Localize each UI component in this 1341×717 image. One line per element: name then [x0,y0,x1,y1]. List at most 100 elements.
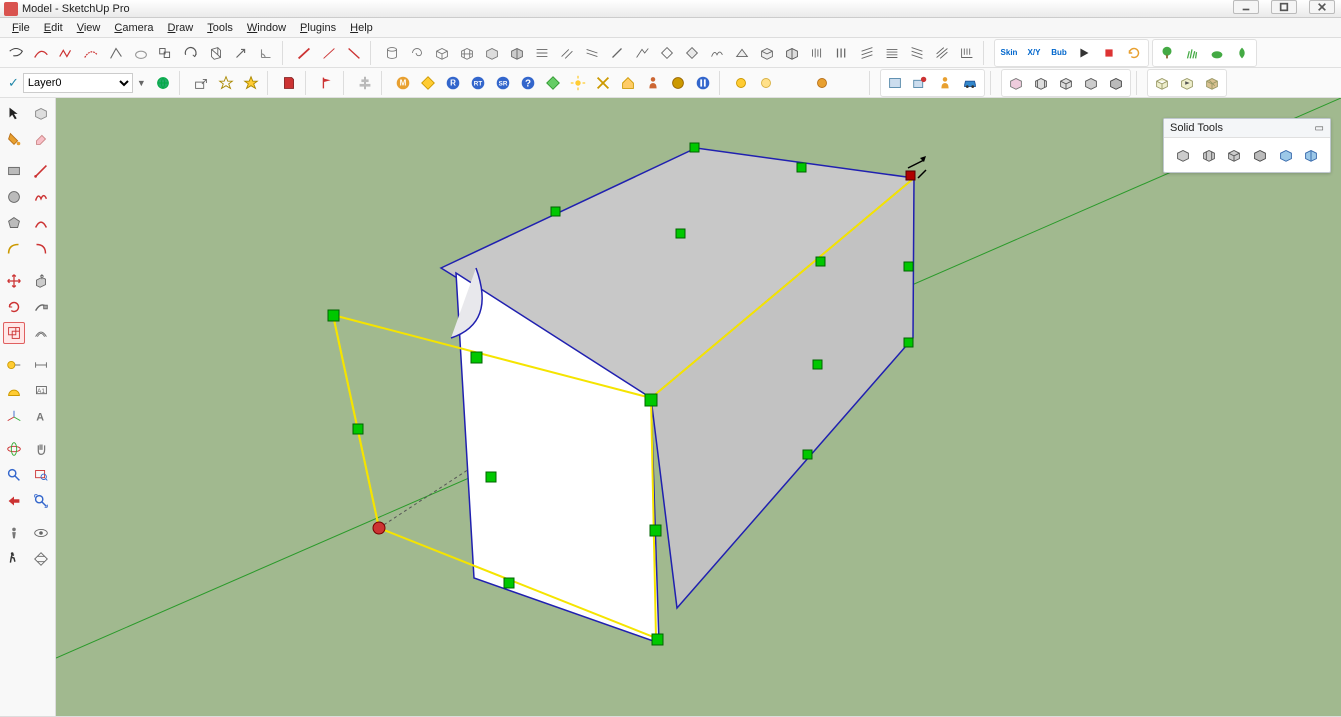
solid-outer-shell[interactable] [1172,144,1194,166]
tool-export[interactable] [189,71,213,95]
badge-diamond[interactable] [416,71,440,95]
tool-s2[interactable] [1029,71,1053,95]
tool-solid-b[interactable] [505,41,529,65]
tool-book[interactable] [277,71,301,95]
tool-stop[interactable] [1097,41,1121,65]
menu-camera[interactable]: Camera [108,20,159,36]
badge-r[interactable]: R [441,71,465,95]
tool-orb-gold[interactable] [810,71,834,95]
grip[interactable] [652,634,663,645]
tool-map[interactable] [883,71,907,95]
tool-look[interactable] [30,522,52,544]
tool-solid-a[interactable] [480,41,504,65]
grip[interactable] [816,257,825,266]
menu-edit[interactable]: Edit [38,20,69,36]
tool-stripes2[interactable] [830,41,854,65]
tool-rhombus[interactable] [655,41,679,65]
tool-dotline[interactable] [79,41,103,65]
tool-play[interactable] [1072,41,1096,65]
tool-grid-dense[interactable] [455,41,479,65]
grip[interactable] [328,310,339,321]
badge-skin[interactable]: Skin [997,41,1021,65]
tool-angle[interactable] [254,41,278,65]
tool-zigzag[interactable] [54,41,78,65]
menu-window[interactable]: Window [241,20,292,36]
tool-polygon[interactable] [3,212,25,234]
tool-align[interactable] [353,71,377,95]
tool-arc[interactable] [30,212,52,234]
menu-file[interactable]: File [6,20,36,36]
tool-section[interactable] [30,548,52,570]
tool-lasso[interactable] [4,41,28,65]
tool-s1[interactable] [1004,71,1028,95]
tool-slash[interactable] [605,41,629,65]
tool-globe[interactable] [151,71,175,95]
tool-flag[interactable] [315,71,339,95]
tool-tree[interactable] [1155,41,1179,65]
tool-sunburst[interactable] [566,71,590,95]
tool-orb-y[interactable] [729,71,753,95]
tool-wire[interactable] [104,41,128,65]
badge-sr[interactable]: SR [491,71,515,95]
tool-cross-y[interactable] [591,71,615,95]
tool-refresh[interactable] [1122,41,1146,65]
tool-dimension[interactable] [30,354,52,376]
origin-marker[interactable] [373,522,385,534]
tool-3dtext[interactable]: A [30,406,52,428]
tool-car[interactable] [958,71,982,95]
badge-bub[interactable]: Bub [1047,41,1071,65]
tool-star-fill[interactable] [239,71,263,95]
menu-view[interactable]: View [71,20,107,36]
tool-shade2[interactable] [780,41,804,65]
grip[interactable] [813,360,822,369]
tool-rectangle[interactable] [3,160,25,182]
tool-cloud[interactable] [129,41,153,65]
tool-stripes1[interactable] [805,41,829,65]
tool-bush[interactable] [1205,41,1229,65]
grip[interactable] [676,229,685,238]
grip[interactable] [645,394,657,406]
tool-shade1[interactable] [755,41,779,65]
tool-map-pin[interactable] [908,71,932,95]
tool-move[interactable] [3,270,25,292]
grip[interactable] [690,143,699,152]
minimize-button[interactable] [1233,0,1259,14]
tool-lines-a[interactable] [530,41,554,65]
tool-s4[interactable] [1079,71,1103,95]
panel-header[interactable]: Solid Tools ▭ [1164,119,1330,138]
tool-zoom-window[interactable] [30,464,52,486]
tool-grid3d[interactable] [430,41,454,65]
grip[interactable] [353,424,363,434]
tool-followme[interactable] [30,296,52,318]
solid-subtract[interactable] [1249,144,1271,166]
panel-close-icon[interactable]: ▭ [1315,123,1324,134]
tool-edge-red[interactable] [292,41,316,65]
tool-pan[interactable] [30,438,52,460]
grip[interactable] [803,450,812,459]
tool-leaf[interactable] [1230,41,1254,65]
tool-lines-diag[interactable] [555,41,579,65]
badge-m[interactable]: M [391,71,415,95]
tool-person2[interactable] [933,71,957,95]
tool-freehand[interactable] [30,186,52,208]
tool-protractor[interactable] [3,380,25,402]
menu-draw[interactable]: Draw [162,20,200,36]
tool-paint[interactable] [3,128,25,150]
tool-barrel[interactable] [380,41,404,65]
tool-zoom-extents[interactable] [30,490,52,512]
layer-visible-icon[interactable]: ✓ [8,75,19,91]
tool-axes[interactable] [3,406,25,428]
grip[interactable] [504,578,514,588]
tool-curve[interactable] [29,41,53,65]
grip[interactable] [797,163,806,172]
tool-person[interactable] [641,71,665,95]
grip[interactable] [551,207,560,216]
tool-box-play[interactable] [1175,71,1199,95]
tool-arc3[interactable] [30,238,52,260]
close-button[interactable] [1309,0,1335,14]
tool-circle[interactable] [3,186,25,208]
tool-hatch1[interactable] [855,41,879,65]
tool-house[interactable] [616,71,640,95]
panel-solid-tools[interactable]: Solid Tools ▭ [1163,118,1331,173]
tool-edge-thin[interactable] [317,41,341,65]
